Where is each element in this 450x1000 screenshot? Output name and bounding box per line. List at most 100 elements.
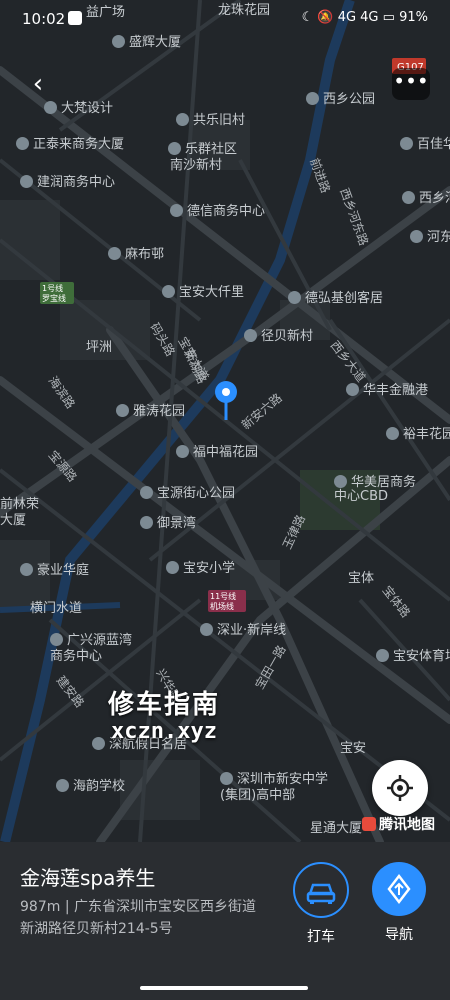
metro-line-1-badge: 1号线 罗宝线 <box>40 282 74 304</box>
poi-icon[interactable] <box>162 285 175 298</box>
map-label[interactable]: 建润商务中心 <box>37 174 115 190</box>
map-label[interactable]: 共乐旧村 <box>193 113 245 128</box>
poi-icon[interactable] <box>220 772 233 785</box>
poi-icon[interactable] <box>402 191 415 204</box>
watermark: 修车指南 xczn.xyz <box>108 684 220 744</box>
map-label[interactable]: 西乡河 <box>419 191 450 206</box>
map-label[interactable]: 百佳华商 <box>417 137 450 152</box>
logo-text: 腾讯地图 <box>379 817 435 833</box>
map-label[interactable]: 星通大厦 <box>310 821 362 836</box>
more-options-button[interactable]: ••• <box>392 68 430 100</box>
poi-icon[interactable] <box>16 137 29 150</box>
map-label[interactable]: 宝安体育场 <box>393 648 450 664</box>
poi-icon[interactable] <box>20 563 33 576</box>
poi-icon[interactable] <box>168 142 181 155</box>
status-bar: 10:02 ☾ 🔕 4G 4G ▭ 91% <box>0 0 450 36</box>
map-provider-logo: 腾讯地图 <box>362 814 435 834</box>
map-label[interactable]: 正泰来商务大厦 <box>33 136 124 152</box>
map-label[interactable]: 中心CBD <box>334 489 388 504</box>
tencent-map-icon <box>362 817 376 831</box>
map-label[interactable]: 德信商务中心 <box>187 203 265 219</box>
map-label[interactable]: 福中福花园 <box>193 444 258 460</box>
map-label[interactable]: 前林荣 <box>0 496 39 512</box>
taxi-button[interactable]: 打车 <box>292 862 350 946</box>
map-label[interactable]: 盛辉大厦 <box>129 35 181 50</box>
poi-icon[interactable] <box>44 101 57 114</box>
map-label[interactable]: 河东 <box>427 230 450 245</box>
poi-icon[interactable] <box>112 35 125 48</box>
map-label[interactable]: 华丰金融港 <box>363 382 428 398</box>
map-label[interactable]: 商务中心 <box>50 648 102 664</box>
poi-icon[interactable] <box>56 779 69 792</box>
map-label[interactable]: 豪业华庭 <box>37 562 89 578</box>
poi-icon[interactable] <box>140 486 153 499</box>
place-panel: 金海莲spa养生 987m | 广东省深圳市宝安区西乡街道 新湖路径贝新村214… <box>0 842 450 1000</box>
poi-icon[interactable] <box>20 175 33 188</box>
poi-icon[interactable] <box>386 427 399 440</box>
poi-icon[interactable] <box>288 291 301 304</box>
poi-icon[interactable] <box>244 329 257 342</box>
poi-icon[interactable] <box>108 247 121 260</box>
map-label[interactable]: 深业·新岸线 <box>217 622 286 638</box>
poi-icon[interactable] <box>176 445 189 458</box>
battery-level: 91% <box>399 10 428 25</box>
watermark-url: xczn.xyz <box>111 719 217 744</box>
svg-text:罗宝线: 罗宝线 <box>42 293 66 303</box>
poi-icon[interactable] <box>166 561 179 574</box>
network-indicator: 4G 4G <box>337 10 379 25</box>
poi-icon[interactable] <box>400 137 413 150</box>
map-label[interactable]: 深圳市新安中学 <box>237 771 328 787</box>
svg-text:1号线: 1号线 <box>42 283 63 293</box>
map-label[interactable]: 宝安 <box>340 741 366 756</box>
map-label[interactable]: 横门水道 <box>30 601 82 616</box>
map-label[interactable]: 大厦 <box>0 513 26 528</box>
map-label[interactable]: 坪洲 <box>86 340 112 355</box>
navigate-label: 导航 <box>385 927 413 943</box>
map-label[interactable]: 西乡公园 <box>323 92 375 107</box>
poi-icon[interactable] <box>140 516 153 529</box>
map-label[interactable]: 海韵学校 <box>73 778 125 794</box>
car-icon <box>306 883 336 904</box>
map-label[interactable]: 麻布邨 <box>125 247 164 262</box>
map-label[interactable]: 大梵设计 <box>61 101 113 116</box>
battery-icon: ▭ <box>382 10 395 25</box>
poi-icon[interactable] <box>376 649 389 662</box>
map-label[interactable]: 宝安大仟里 <box>179 285 244 300</box>
navigate-arrow-icon <box>387 873 411 905</box>
svg-text:11号线: 11号线 <box>210 591 236 601</box>
place-distance: 987m <box>20 899 61 915</box>
poi-icon[interactable] <box>50 633 63 646</box>
poi-icon[interactable] <box>176 113 189 126</box>
map-label[interactable]: 御景湾 <box>157 515 196 531</box>
app-notification-icon <box>68 11 82 25</box>
map-label[interactable]: 南沙新村 <box>170 157 222 173</box>
poi-icon[interactable] <box>346 383 359 396</box>
watermark-title: 修车指南 <box>108 690 221 720</box>
map-label[interactable]: 雅涛花园 <box>133 403 185 419</box>
navigate-button[interactable]: 导航 <box>370 862 428 944</box>
map-label[interactable]: 宝源街心公园 <box>157 486 235 501</box>
map-label[interactable]: (集团)高中部 <box>220 787 295 803</box>
map-label[interactable]: 乐群社区 <box>185 141 237 157</box>
moon-icon: ☾ <box>301 10 314 25</box>
map-label[interactable]: 德弘基创客居 <box>305 290 383 306</box>
map-label[interactable]: 径贝新村 <box>261 328 313 344</box>
poi-icon[interactable] <box>410 230 423 243</box>
crosshair-icon <box>387 775 413 801</box>
poi-icon[interactable] <box>92 737 105 750</box>
map-label[interactable]: 裕丰花园 <box>403 426 450 442</box>
map-canvas[interactable]: 西乡大道 新安六路 宝源路 宝安大道 码头路 海滨路 建安路 宝体路 宝田一路 … <box>0 0 450 842</box>
poi-icon[interactable] <box>334 475 347 488</box>
map-label[interactable]: 广兴源蓝湾 <box>67 632 132 648</box>
poi-icon[interactable] <box>200 623 213 636</box>
back-button[interactable]: ‹ <box>22 68 54 100</box>
poi-icon[interactable] <box>170 204 183 217</box>
poi-icon[interactable] <box>116 404 129 417</box>
place-name: 金海莲spa养生 <box>20 866 156 890</box>
map-label[interactable]: 宝体 <box>348 571 374 586</box>
home-indicator[interactable] <box>140 986 308 990</box>
map-label[interactable]: 宝安小学 <box>183 560 235 576</box>
map-label[interactable]: 华美居商务 <box>351 474 416 490</box>
locate-me-button[interactable] <box>372 760 428 816</box>
poi-icon[interactable] <box>306 92 319 105</box>
